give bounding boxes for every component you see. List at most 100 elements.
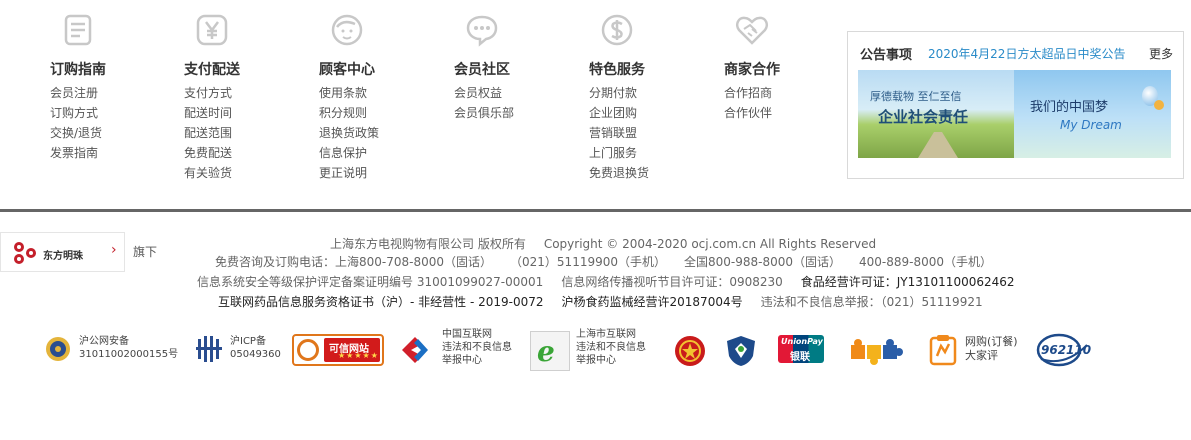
brand-name: 东方明珠 [43, 251, 83, 262]
subsidiary-label: 旗下 [133, 245, 158, 259]
notice-title: 公告事项 [860, 48, 913, 63]
hotline-line: 免费咨询及订购电话：上海800-708-8000（固话） （021）5111990… [215, 253, 992, 270]
banner-tagline: 厚德载物 至仁至信 [870, 90, 962, 103]
medical-license-link[interactable]: 沪杨食药监械经营许20187004号 [562, 295, 743, 309]
badge-line2: 大家评 [965, 349, 998, 362]
bird-graphic [1154, 100, 1164, 110]
nav-link-correction[interactable]: 更正说明 [319, 163, 439, 183]
security-record: 信息系统安全等级保护评定备案证明编号 31001099027-00001 [197, 275, 544, 289]
nav-column-title: 会员社区 [454, 62, 510, 78]
badge-line2: 违法和不良信息 [576, 342, 646, 353]
emblem-icon [675, 336, 705, 366]
nav-link-register[interactable]: 会员注册 [50, 83, 170, 103]
nav-column-community: 会员社区 会员权益 会员俱乐部 [454, 12, 574, 123]
nav-link-member-club[interactable]: 会员俱乐部 [454, 103, 574, 123]
nav-link-payment-method[interactable]: 支付方式 [184, 83, 304, 103]
china-dream-banner[interactable]: 我们的中国梦 My Dream [1014, 70, 1171, 158]
nav-link-group-buy[interactable]: 企业团购 [589, 103, 709, 123]
badge-line2: 银联 [790, 352, 810, 363]
nav-link-order-method[interactable]: 订购方式 [50, 103, 170, 123]
badge-line1: 上海市互联网 [576, 329, 636, 340]
yen-icon [196, 14, 228, 46]
unionpay-icon: UnionPay 银联 [778, 335, 824, 363]
nav-link-partners[interactable]: 合作伙伴 [724, 103, 844, 123]
notice-headline-link[interactable]: 2020年4月22日方太超品日中奖公告 [928, 45, 1125, 62]
police-record-badge[interactable]: 沪公网安备 31011002000155号 [43, 328, 178, 372]
police-badge-icon [46, 337, 70, 361]
nav-link-free-delivery[interactable]: 免费配送 [184, 143, 304, 163]
banner-tagline: My Dream [1060, 118, 1122, 132]
nav-link-terms[interactable]: 使用条款 [319, 83, 439, 103]
chevron-right-icon: › [111, 242, 117, 258]
badge-line2: 违法和不良信息 [442, 342, 512, 353]
nav-column-title: 支付配送 [184, 62, 240, 78]
nav-link-delivery-time[interactable]: 配送时间 [184, 103, 304, 123]
badge-line1: 962110 [1041, 343, 1092, 357]
icp-icon [196, 336, 222, 362]
report-line: 互联网药品信息服务资格证书（沪）- 非经营性 - 2019-0072 沪杨食药监械… [218, 293, 983, 310]
badge-line2: 05049360 [230, 349, 281, 360]
national-emblem-badge[interactable] [673, 328, 707, 372]
icp-badge[interactable]: 沪ICP备 05049360 [196, 328, 282, 372]
brand-link[interactable]: 东方明珠 › [0, 232, 125, 272]
chat-icon [466, 15, 498, 47]
badge-line1: 沪公网安备 [79, 336, 129, 347]
face-icon [331, 14, 363, 46]
nav-column-title: 顾客中心 [319, 62, 375, 78]
badge-line1: 网购(订餐) [965, 335, 1018, 348]
copyright-notice: Copyright © 2004-2020 ocj.com.cn All Rig… [543, 237, 877, 251]
nav-link-return-policy[interactable]: 退换货政策 [319, 123, 439, 143]
nav-column-customer-center: 顾客中心 使用条款 积分规则 退换货政策 信息保护 更正说明 [319, 12, 439, 183]
copyright-line: 上海东方电视购物有限公司 版权所有 Copyright © 2004-2020 o… [330, 235, 876, 252]
review-badge[interactable]: 网购(订餐) 大家评 [929, 328, 1024, 372]
footer-nav: 订购指南 会员注册 订购方式 交换/退货 发票指南 支付配送 支付方式 配送时间… [0, 0, 1191, 210]
nav-link-free-return[interactable]: 免费退换货 [589, 163, 709, 183]
nav-link-installment[interactable]: 分期付款 [589, 83, 709, 103]
unionpay-badge[interactable]: UnionPay 银联 [778, 328, 824, 372]
badge-line3: 举报中心 [442, 355, 482, 366]
nav-column-ordering-guide: 订购指南 会员注册 订购方式 交换/退货 发票指南 [50, 12, 170, 163]
banner-heading: 企业社会责任 [878, 108, 969, 126]
national-mobile-hotline: 400-889-8000（手机） [859, 255, 993, 269]
sh-mobile-hotline: （021）51119900（手机） [510, 255, 666, 269]
shield-badge[interactable] [725, 328, 757, 372]
section-divider [0, 209, 1191, 212]
hotline-badge[interactable]: 962110 [1035, 328, 1093, 372]
shanghai-report-icon: e [530, 331, 570, 371]
handshake-icon [736, 16, 768, 45]
nav-link-door-service[interactable]: 上门服务 [589, 143, 709, 163]
badge-line2: 31011002000155号 [79, 349, 179, 360]
nav-column-business: 商家合作 合作招商 合作伙伴 [724, 12, 844, 123]
food-license-link[interactable]: 食品经营许可证：JY13101100062462 [801, 275, 1015, 289]
internet-report-badge[interactable]: 中国互联网 违法和不良信息 举报中心 [398, 328, 523, 372]
report-hotline: 违法和不良信息举报：（021）51119921 [760, 295, 983, 309]
nav-link-invoice[interactable]: 发票指南 [50, 143, 170, 163]
csr-banner[interactable]: 厚德载物 至仁至信 企业社会责任 [858, 70, 1015, 158]
road-graphic [918, 132, 958, 158]
nav-link-affiliate[interactable]: 营销联盟 [589, 123, 709, 143]
nav-link-inspection[interactable]: 有关验货 [184, 163, 304, 183]
national-hotline: 全国800-988-8000（固话） [684, 255, 842, 269]
nav-column-title: 商家合作 [724, 62, 780, 78]
nav-link-exchange-return[interactable]: 交换/退货 [50, 123, 170, 143]
trusted-site-badge[interactable]: 可信网站 ★★★★★ [292, 328, 384, 372]
sh-hotline: 免费咨询及订购电话：上海800-708-8000（固话） [215, 255, 493, 269]
nav-link-investment[interactable]: 合作招商 [724, 83, 844, 103]
nav-link-delivery-range[interactable]: 配送范围 [184, 123, 304, 143]
badge-line1: UnionPay [781, 337, 823, 346]
nav-link-member-benefits[interactable]: 会员权益 [454, 83, 574, 103]
av-license: 信息网络传播视听节目许可证：0908230 [561, 275, 783, 289]
notice-more-link[interactable]: 更多 [1149, 45, 1173, 62]
nav-link-privacy[interactable]: 信息保护 [319, 143, 439, 163]
nav-link-points[interactable]: 积分规则 [319, 103, 439, 123]
nav-column-special-services: 特色服务 分期付款 企业团购 营销联盟 上门服务 免费退换货 [589, 12, 709, 183]
nav-column-payment: 支付配送 支付方式 配送时间 配送范围 免费配送 有关验货 [184, 12, 304, 183]
company-copyright: 上海东方电视购物有限公司 版权所有 [330, 237, 526, 251]
notice-panel: 公告事项 2020年4月22日方太超品日中奖公告 更多 厚德载物 至仁至信 企业… [847, 31, 1184, 179]
drug-cert-link[interactable]: 互联网药品信息服务资格证书（沪）- 非经营性 - 2019-0072 [218, 295, 544, 309]
badge-line1: 沪ICP备 [230, 336, 266, 347]
internet-report-icon [402, 337, 428, 363]
badge-line1: 中国互联网 [442, 329, 492, 340]
puzzle-badge[interactable] [849, 328, 905, 372]
shanghai-report-badge[interactable]: e 上海市互联网 违法和不良信息 举报中心 [530, 328, 662, 372]
